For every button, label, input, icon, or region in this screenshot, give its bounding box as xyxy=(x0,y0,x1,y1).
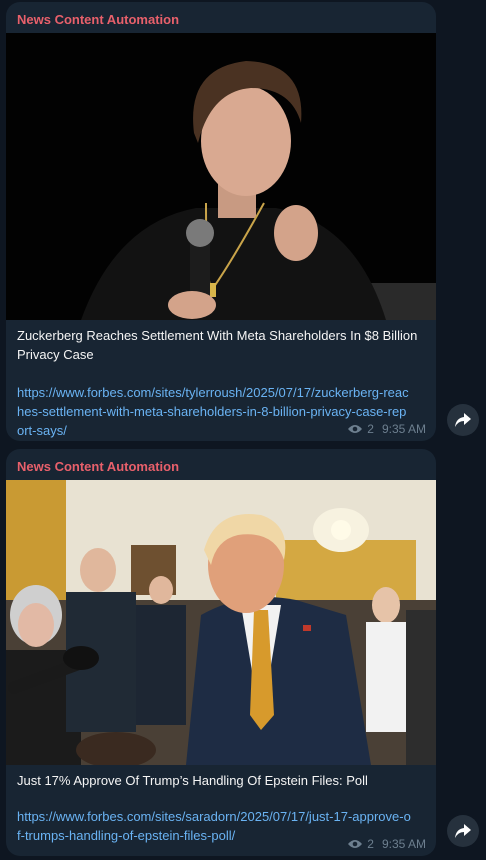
post-photo[interactable] xyxy=(6,480,436,765)
share-arrow-icon xyxy=(455,824,471,838)
post-time: 9:35 AM xyxy=(381,422,426,436)
photo-illustration xyxy=(6,480,436,765)
share-button[interactable] xyxy=(447,404,479,436)
post-headline: Just 17% Approve Of Trump’s Handling Of … xyxy=(17,773,368,788)
share-button[interactable] xyxy=(447,815,479,847)
view-count: 2 xyxy=(367,837,374,851)
photo-illustration xyxy=(6,33,436,320)
sender-name[interactable]: News Content Automation xyxy=(6,2,436,33)
post-time: 9:35 AM xyxy=(381,837,426,851)
post-headline: Zuckerberg Reaches Settlement With Meta … xyxy=(17,328,418,362)
view-count: 2 xyxy=(367,422,374,436)
sender-name[interactable]: News Content Automation xyxy=(6,449,436,480)
post-meta: 2 9:35 AM xyxy=(347,837,426,851)
channel-feed: News Content Automation Zuckerberg Reach… xyxy=(0,0,486,860)
post-meta: 2 9:35 AM xyxy=(347,422,426,436)
channel-post[interactable]: News Content Automation xyxy=(6,449,436,856)
share-arrow-icon xyxy=(455,413,471,427)
post-photo[interactable] xyxy=(6,33,436,320)
channel-post[interactable]: News Content Automation xyxy=(6,2,436,441)
eye-icon xyxy=(348,425,363,433)
eye-icon xyxy=(348,840,363,848)
